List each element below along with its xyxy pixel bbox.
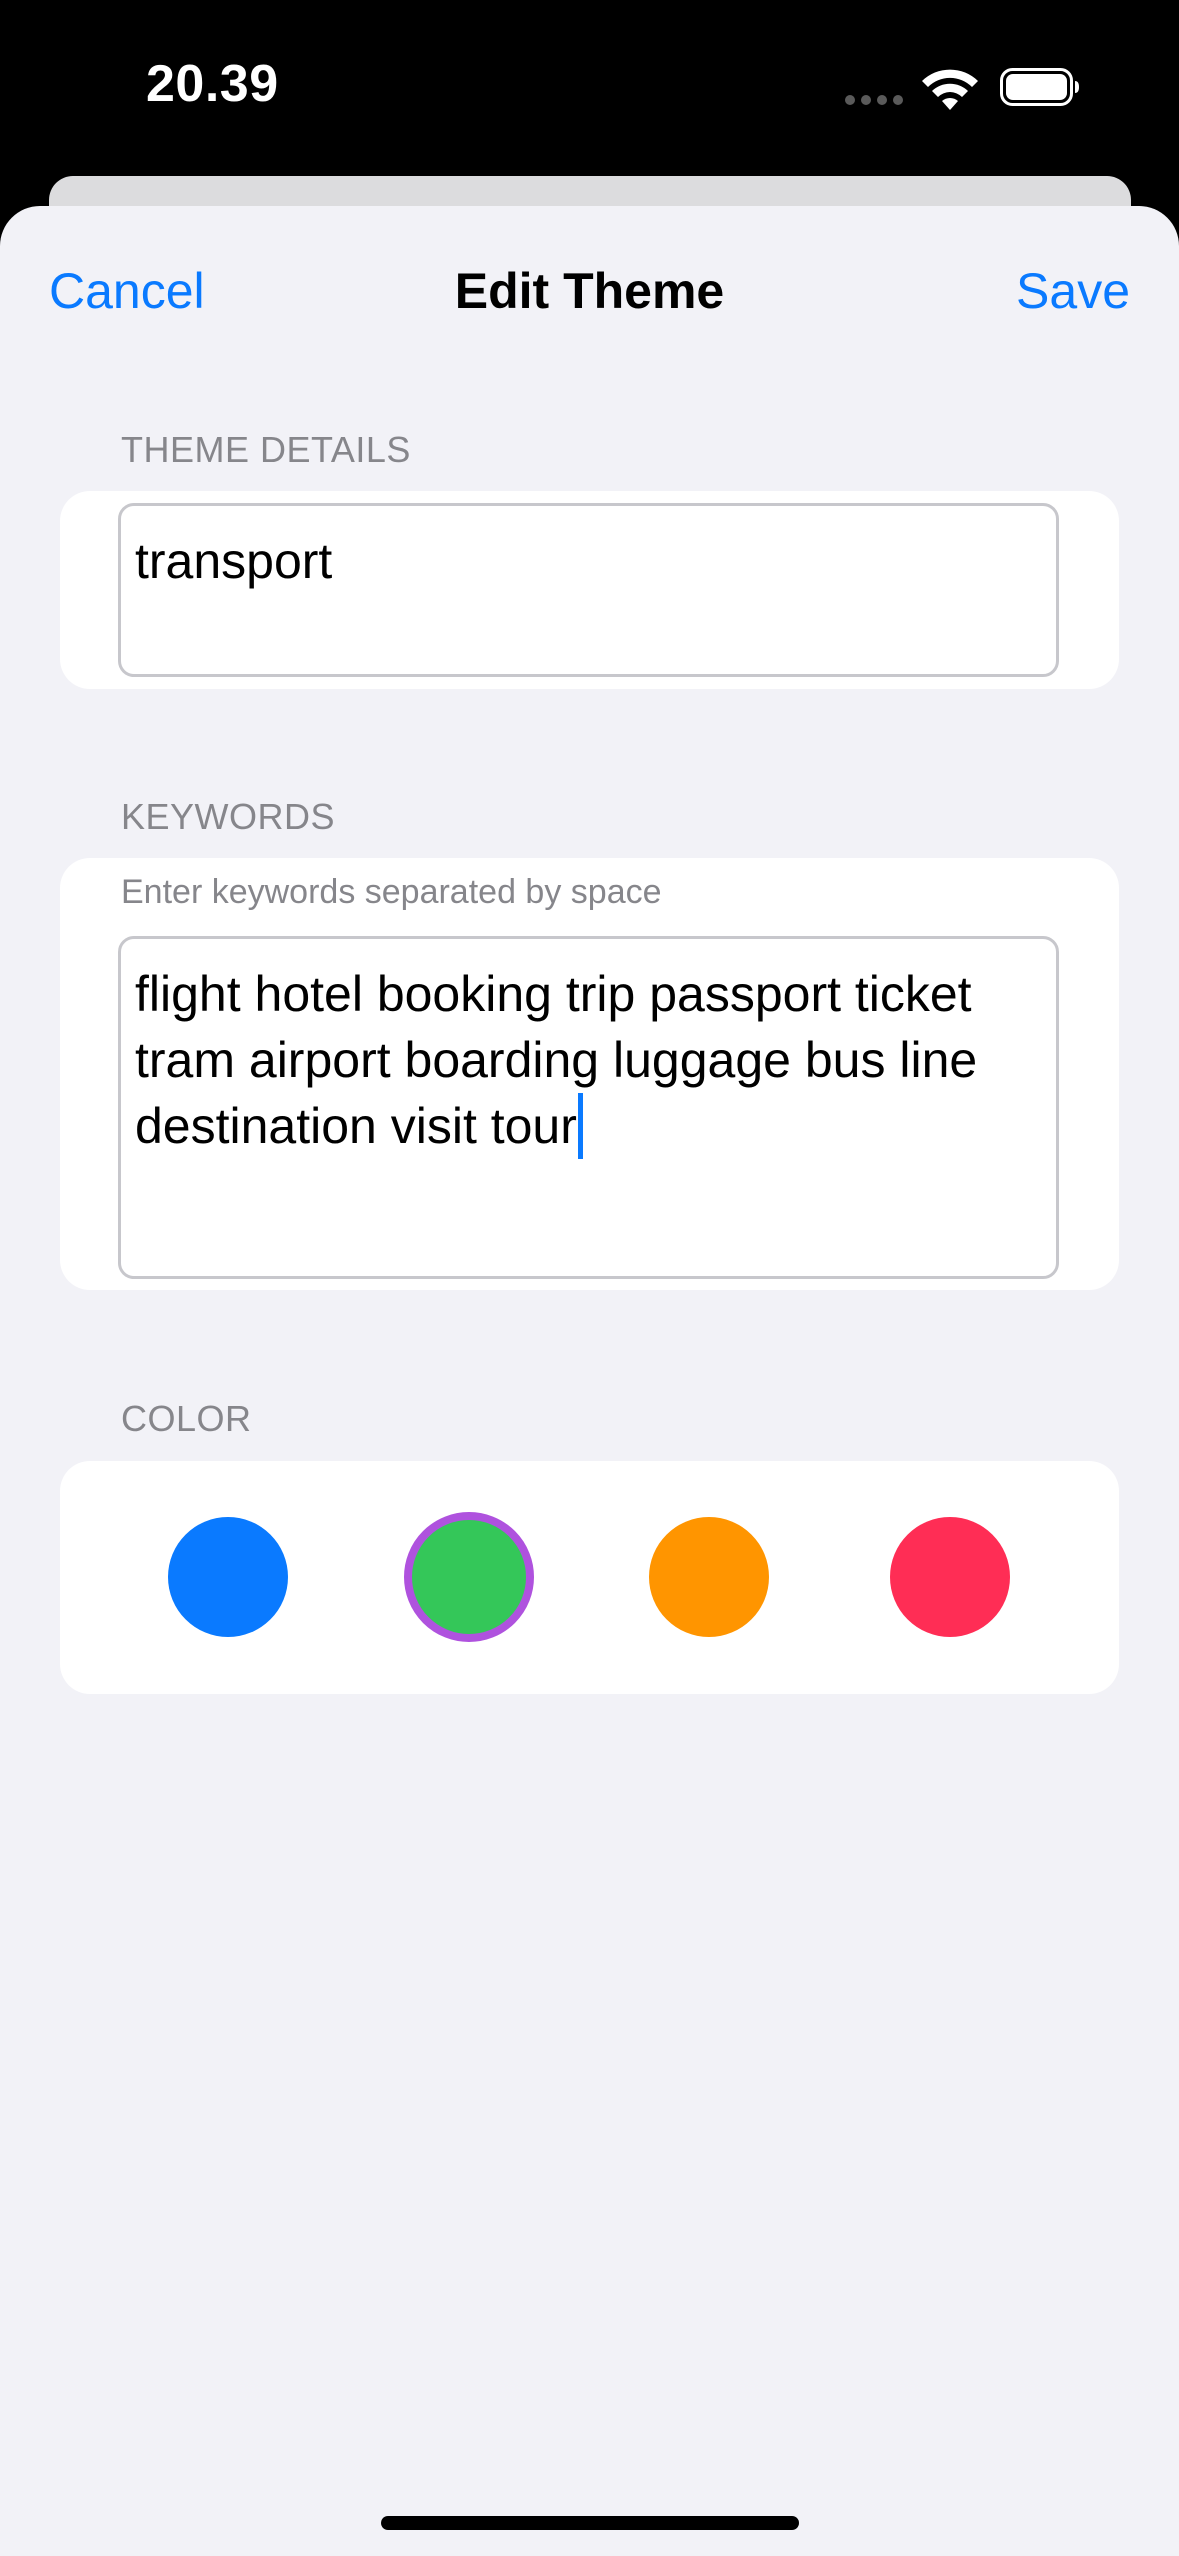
keywords-header: KEYWORDS <box>121 796 336 837</box>
theme-name-value: transport <box>135 533 333 589</box>
theme-details-header: THEME DETAILS <box>121 429 411 470</box>
keywords-hint: Enter keywords separated by space <box>121 873 662 911</box>
battery-full-icon <box>1000 68 1079 106</box>
cellular-signal-icon <box>845 95 905 107</box>
home-indicator[interactable] <box>381 2516 799 2530</box>
wifi-icon <box>922 69 978 110</box>
status-time: 20.39 <box>146 55 279 113</box>
color-option-red[interactable] <box>890 1517 1010 1637</box>
color-header: COLOR <box>121 1398 252 1439</box>
save-button[interactable]: Save <box>1016 261 1130 321</box>
cancel-button[interactable]: Cancel <box>49 261 205 321</box>
keywords-value: flight hotel booking trip passport ticke… <box>135 966 978 1154</box>
status-bar: 20.39 <box>0 0 1179 175</box>
color-option-green[interactable] <box>404 1512 534 1642</box>
text-cursor <box>577 1093 583 1159</box>
color-option-orange[interactable] <box>649 1517 769 1637</box>
keywords-field[interactable]: flight hotel booking trip passport ticke… <box>118 936 1059 1279</box>
color-option-blue[interactable] <box>168 1517 288 1637</box>
theme-name-field[interactable]: transport <box>118 503 1059 677</box>
